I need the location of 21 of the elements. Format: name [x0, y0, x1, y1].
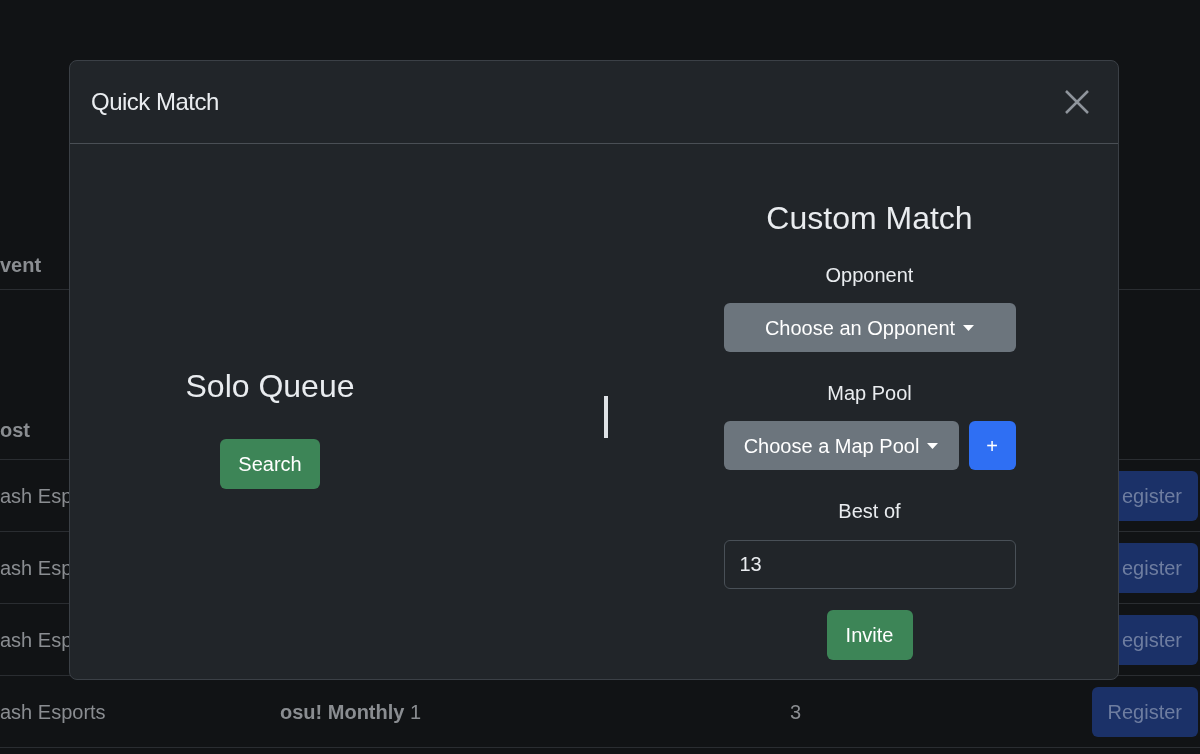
column-header: vent [0, 252, 42, 278]
field-label: Best of [838, 499, 901, 524]
section-heading: Solo Queue [185, 367, 355, 406]
table-cell-text: 3 [790, 699, 803, 725]
map-pool-dropdown[interactable]: Choose a Map Pool [723, 421, 959, 470]
register-button[interactable]: Register [1091, 686, 1198, 737]
section-heading: Custom Match [766, 199, 973, 238]
caret-icon [927, 442, 939, 449]
add-button[interactable]: + [968, 421, 1016, 470]
field-label: Map Pool [827, 381, 912, 406]
caret-icon [963, 324, 975, 331]
table-cell-text: ash Esports [0, 699, 107, 725]
close-icon[interactable] [1065, 90, 1089, 114]
modal-title: Quick Match [91, 87, 219, 117]
search-button[interactable]: Search [220, 439, 320, 489]
column-header: ost [0, 418, 30, 443]
opponent-dropdown[interactable]: Choose an Opponent [723, 303, 1016, 352]
invite-button[interactable]: Invite [826, 610, 913, 660]
field-label: Opponent [825, 263, 914, 288]
best-of-input[interactable]: 13 [723, 540, 1016, 589]
table-cell-text: osu! Monthly 1 [280, 699, 423, 725]
